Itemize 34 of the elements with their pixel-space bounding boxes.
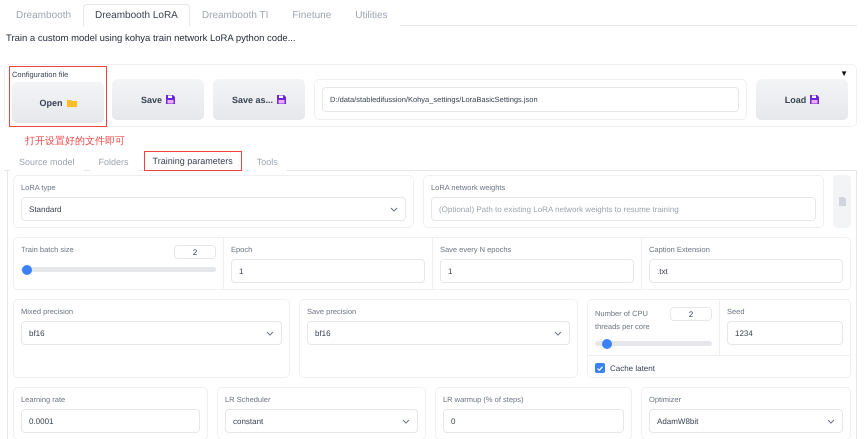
folder-icon xyxy=(66,98,76,106)
dropdown[interactable]: AdamW8bit xyxy=(649,409,843,433)
chevron-down-icon xyxy=(554,330,562,336)
dropdown[interactable]: bf16 xyxy=(307,321,570,345)
chevron-down-icon xyxy=(402,418,410,424)
dropdown[interactable]: constant xyxy=(225,409,418,433)
description: Train a custom model using kohya train network LoRA python code... xyxy=(5,32,297,46)
input-field[interactable]: 0.0001 xyxy=(21,409,200,433)
document-icon xyxy=(838,197,846,206)
input-field[interactable]: 1 xyxy=(231,259,425,283)
collapse-toggle[interactable]: ▼ xyxy=(840,69,848,78)
save-button[interactable]: Save xyxy=(112,79,204,120)
input-field[interactable]: 1 xyxy=(440,259,634,283)
chevron-down-icon xyxy=(827,418,835,424)
tab[interactable]: Dreambooth LoRA xyxy=(83,4,190,26)
dropdown[interactable]: Standard xyxy=(21,197,406,221)
save-button[interactable]: Save as... xyxy=(213,79,305,120)
dropdown[interactable]: bf16 xyxy=(21,321,282,345)
number-field[interactable]: 2 xyxy=(174,245,216,259)
input-field[interactable]: 0 xyxy=(443,409,624,433)
annotation-text: 打开设置好的文件即可 xyxy=(24,134,126,149)
slider-thumb[interactable] xyxy=(22,264,32,274)
load-button[interactable]: Load xyxy=(756,79,848,120)
number-field[interactable]: 2 xyxy=(670,307,712,321)
checkbox[interactable] xyxy=(595,363,605,373)
tab[interactable]: Training parameters xyxy=(144,151,242,171)
chevron-down-icon xyxy=(390,206,398,212)
input-field[interactable]: .txt xyxy=(649,259,843,283)
input-field[interactable]: (Optional) Path to existing LoRA network weights to resume training xyxy=(431,197,816,221)
open-button[interactable]: Open xyxy=(12,82,104,123)
input-field[interactable]: 1234 xyxy=(727,321,843,345)
chevron-down-icon xyxy=(266,330,274,336)
checkbox-label: Cache latent xyxy=(610,364,655,372)
slider-thumb[interactable] xyxy=(602,338,612,348)
